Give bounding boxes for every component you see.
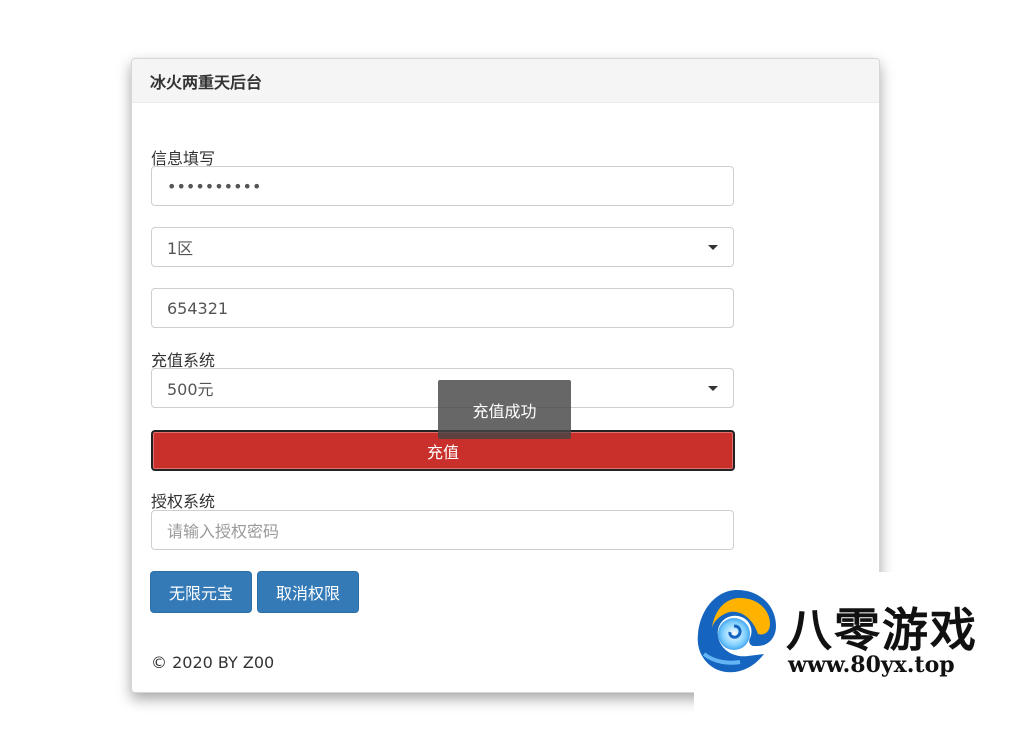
auth-code-placeholder: 请输入授权密码	[167, 522, 280, 541]
role-id-field[interactable]: 654321	[151, 288, 734, 328]
auth-code-input[interactable]: 请输入授权密码	[151, 510, 734, 550]
auth-section-label: 授权系统	[151, 492, 216, 511]
watermark: 八零游戏 www.80yx.top	[694, 572, 1013, 717]
server-select[interactable]: 1区	[151, 227, 734, 267]
password-field[interactable]: ••••••••••	[151, 166, 734, 206]
password-value: ••••••••••	[167, 176, 262, 196]
revoke-permission-button[interactable]: 取消权限	[257, 571, 359, 613]
success-toast: 充值成功	[438, 380, 571, 439]
toast-message: 充值成功	[472, 401, 537, 421]
unlimited-yuanbao-button[interactable]: 无限元宝	[150, 571, 252, 613]
role-id-value: 654321	[167, 298, 229, 318]
chevron-down-icon	[708, 386, 718, 391]
amount-select-value: 500元	[167, 380, 214, 399]
panel-heading: 冰火两重天后台	[132, 59, 879, 103]
watermark-brand: 八零游戏	[786, 603, 978, 657]
brand-logo-icon	[697, 590, 776, 673]
watermark-url: www.80yx.top	[788, 652, 955, 678]
server-select-value: 1区	[167, 239, 194, 258]
panel-title: 冰火两重天后台	[150, 72, 263, 92]
copyright-footer: © 2020 BY Z00	[151, 653, 275, 672]
chevron-down-icon	[708, 245, 718, 250]
